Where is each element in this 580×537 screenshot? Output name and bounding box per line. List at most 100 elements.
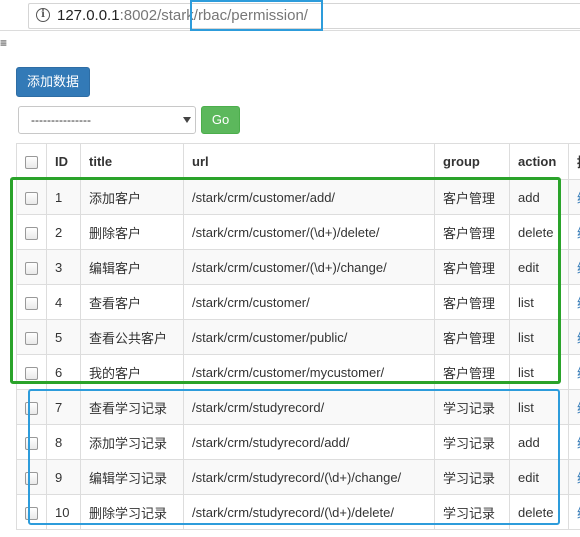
action-select[interactable]: --------------- (18, 106, 196, 134)
row-checkbox[interactable] (25, 401, 38, 415)
cell-id: 9 (46, 459, 81, 495)
select-all-checkbox-cell (16, 143, 47, 180)
cell-title: 编辑学习记录 (80, 459, 184, 495)
cell-url: /stark/crm/studyrecord/(\d+)/change/ (183, 459, 435, 495)
url-field[interactable]: i 127.0.0.1:8002/stark/rbac/permission/ (28, 3, 580, 29)
cell-url: /stark/crm/studyrecord/(\d+)/delete/ (183, 494, 435, 530)
cell-group: 客户管理 (434, 214, 510, 250)
edit-link[interactable]: 编 (568, 424, 580, 460)
permission-table: ID title url group action 操 1 添加客户 /star… (16, 143, 580, 530)
header-title: title (80, 143, 184, 180)
cell-id: 8 (46, 424, 81, 460)
cell-title: 删除客户 (80, 214, 184, 250)
row-checkbox[interactable] (25, 261, 38, 275)
row-checkbox[interactable] (25, 471, 38, 485)
cell-title: 删除学习记录 (80, 494, 184, 530)
row-checkbox[interactable] (25, 436, 38, 450)
row-checkbox[interactable] (25, 296, 38, 310)
table-row: 2 删除客户 /stark/crm/customer/(\d+)/delete/… (16, 214, 580, 250)
cell-action: add (509, 179, 569, 215)
cell-url: /stark/crm/customer/ (183, 284, 435, 320)
cell-group: 客户管理 (434, 354, 510, 390)
cell-title: 添加客户 (80, 179, 184, 215)
cell-url: /stark/crm/customer/add/ (183, 179, 435, 215)
cell-id: 3 (46, 249, 81, 285)
info-icon[interactable]: i (36, 8, 50, 22)
select-all-checkbox[interactable] (25, 156, 38, 170)
cell-group: 客户管理 (434, 284, 510, 320)
table-row: 6 我的客户 /stark/crm/customer/mycustomer/ 客… (16, 354, 580, 390)
cell-action: add (509, 424, 569, 460)
header-action: action (509, 143, 569, 180)
row-checkbox-cell (16, 459, 47, 495)
cell-action: list (509, 284, 569, 320)
cell-url: /stark/crm/customer/(\d+)/change/ (183, 249, 435, 285)
cell-group: 客户管理 (434, 179, 510, 215)
cell-group: 学习记录 (434, 459, 510, 495)
edit-link[interactable]: 编 (568, 179, 580, 215)
url-text: 127.0.0.1:8002/stark/rbac/permission/ (57, 6, 308, 26)
cell-id: 4 (46, 284, 81, 320)
cell-group: 客户管理 (434, 249, 510, 285)
cell-group: 学习记录 (434, 389, 510, 425)
cell-url: /stark/crm/customer/public/ (183, 319, 435, 355)
header-url: url (183, 143, 435, 180)
row-checkbox[interactable] (25, 226, 38, 240)
row-checkbox-cell (16, 389, 47, 425)
url-host: 127.0.0.1 (57, 7, 120, 24)
edit-link[interactable]: 编 (568, 319, 580, 355)
header-operation: 操 (568, 143, 580, 180)
table-row: 8 添加学习记录 /stark/crm/studyrecord/add/ 学习记… (16, 424, 580, 460)
address-bar: i 127.0.0.1:8002/stark/rbac/permission/ (0, 0, 580, 31)
cell-group: 客户管理 (434, 319, 510, 355)
cell-id: 5 (46, 319, 81, 355)
go-button[interactable]: Go (201, 106, 240, 134)
cell-title: 查看客户 (80, 284, 184, 320)
cell-id: 10 (46, 494, 81, 530)
cell-action: list (509, 319, 569, 355)
cell-id: 6 (46, 354, 81, 390)
row-checkbox-cell (16, 179, 47, 215)
row-checkbox[interactable] (25, 191, 38, 205)
table-row: 7 查看学习记录 /stark/crm/studyrecord/ 学习记录 li… (16, 389, 580, 425)
edit-link[interactable]: 编 (568, 459, 580, 495)
table-row: 3 编辑客户 /stark/crm/customer/(\d+)/change/… (16, 249, 580, 285)
cell-action: list (509, 354, 569, 390)
cell-id: 2 (46, 214, 81, 250)
edit-link[interactable]: 编 (568, 249, 580, 285)
cell-url: /stark/crm/customer/mycustomer/ (183, 354, 435, 390)
cell-title: 查看公共客户 (80, 319, 184, 355)
table-row: 10 删除学习记录 /stark/crm/studyrecord/(\d+)/d… (16, 494, 580, 530)
add-data-button[interactable]: 添加数据 (16, 67, 90, 97)
edit-link[interactable]: 编 (568, 389, 580, 425)
cell-title: 我的客户 (80, 354, 184, 390)
cell-title: 编辑客户 (80, 249, 184, 285)
cell-action: delete (509, 494, 569, 530)
table-header-row: ID title url group action 操 (16, 143, 580, 180)
row-checkbox[interactable] (25, 506, 38, 520)
cell-action: edit (509, 249, 569, 285)
row-checkbox-cell (16, 354, 47, 390)
table-row: 5 查看公共客户 /stark/crm/customer/public/ 客户管… (16, 319, 580, 355)
cell-action: list (509, 389, 569, 425)
edit-link[interactable]: 编 (568, 284, 580, 320)
cell-id: 1 (46, 179, 81, 215)
row-checkbox-cell (16, 319, 47, 355)
edit-link[interactable]: 编 (568, 494, 580, 530)
action-select-value: --------------- (31, 113, 91, 127)
edit-link[interactable]: 编 (568, 354, 580, 390)
header-group: group (434, 143, 510, 180)
row-checkbox-cell (16, 494, 47, 530)
cell-action: edit (509, 459, 569, 495)
row-checkbox-cell (16, 424, 47, 460)
row-checkbox-cell (16, 214, 47, 250)
edit-link[interactable]: 编 (568, 214, 580, 250)
cell-title: 添加学习记录 (80, 424, 184, 460)
cell-url: /stark/crm/studyrecord/add/ (183, 424, 435, 460)
cell-url: /stark/crm/studyrecord/ (183, 389, 435, 425)
cell-id: 7 (46, 389, 81, 425)
table-row: 1 添加客户 /stark/crm/customer/add/ 客户管理 add… (16, 179, 580, 215)
row-checkbox[interactable] (25, 366, 38, 380)
row-checkbox[interactable] (25, 331, 38, 345)
menu-glyph-icon: ≡ (0, 36, 8, 50)
